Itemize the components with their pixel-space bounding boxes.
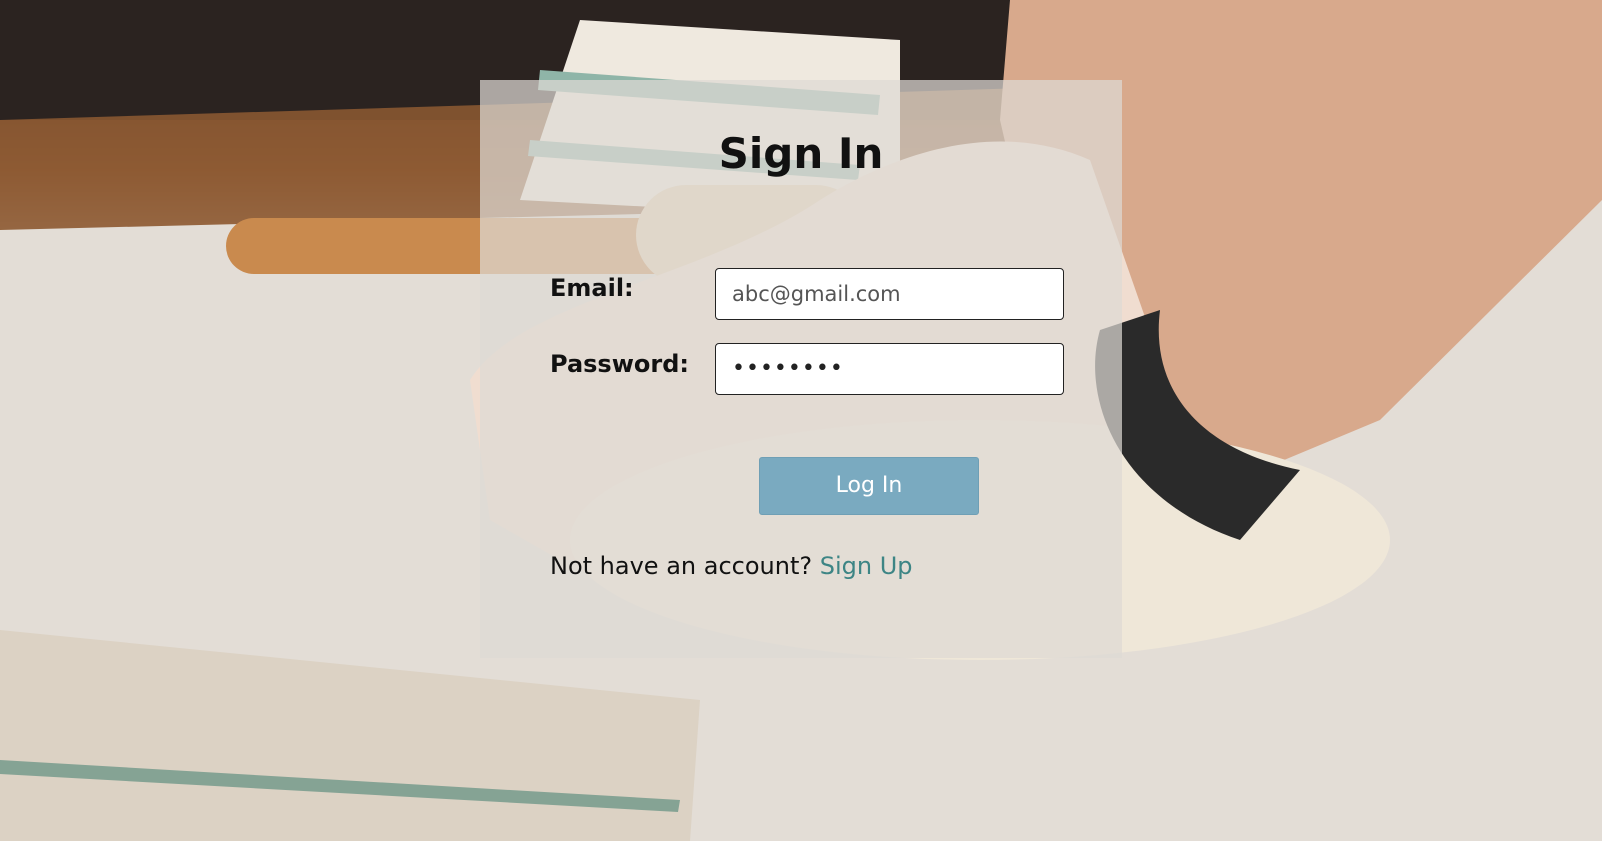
page-title: Sign In (718, 129, 884, 178)
signup-prompt-row: Not have an account? Sign Up (550, 551, 913, 581)
sign-up-link[interactable]: Sign Up (820, 552, 913, 580)
log-in-button[interactable]: Log In (759, 457, 979, 515)
signup-prompt-text: Not have an account? (550, 552, 813, 580)
email-field[interactable]: abc@gmail.com (715, 268, 1064, 320)
password-label: Password: (550, 350, 689, 378)
email-label: Email: (550, 274, 634, 302)
password-field[interactable]: •••••••• (715, 343, 1064, 395)
